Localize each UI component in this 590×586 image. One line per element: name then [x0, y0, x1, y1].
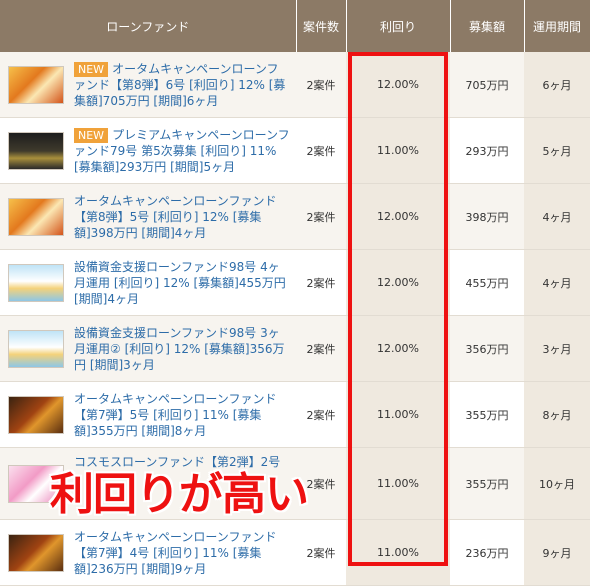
- yield-cell: 12.00%: [346, 249, 451, 316]
- yield-cell: 11.00%: [346, 117, 451, 184]
- autumn-campaign-thumbnail[interactable]: [8, 197, 64, 236]
- premium-campaign-thumbnail[interactable]: [8, 131, 64, 170]
- amount-cell: 236万円: [450, 519, 525, 586]
- fund-cell: 設備資金支援ローンファンド98号 3ヶ月運用② [利回り] 12% [募集額]3…: [70, 315, 297, 382]
- autumn-dark-thumbnail[interactable]: [8, 533, 64, 572]
- fund-link[interactable]: 設備資金支援ローンファンド98号 3ヶ月運用② [利回り] 12% [募集額]3…: [74, 326, 285, 372]
- annotation-overlay-text: 利回りが高い: [50, 469, 309, 520]
- autumn-dark-thumbnail[interactable]: [8, 395, 64, 434]
- table-header-row: ローンファンド 案件数 利回り 募集額 運用期間: [0, 0, 590, 52]
- period-cell: 4ヶ月: [524, 183, 590, 250]
- count-cell: 2案件: [296, 381, 347, 448]
- fund-cell: 設備資金支援ローンファンド98号 4ヶ月運用 [利回り] 12% [募集額]45…: [70, 249, 297, 316]
- fund-link[interactable]: オータムキャンペーンローンファンド【第8弾】5号 [利回り] 12% [募集額]…: [74, 194, 276, 240]
- count-cell: 2案件: [296, 315, 347, 382]
- amount-cell: 705万円: [450, 52, 525, 118]
- amount-cell: 356万円: [450, 315, 525, 382]
- period-cell: 6ヶ月: [524, 52, 590, 118]
- period-cell: 8ヶ月: [524, 381, 590, 448]
- table-row[interactable]: オータムキャンペーンローンファンド【第8弾】5号 [利回り] 12% [募集額]…: [0, 183, 590, 250]
- period-cell: 4ヶ月: [524, 249, 590, 316]
- table-row[interactable]: 設備資金支援ローンファンド98号 4ヶ月運用 [利回り] 12% [募集額]45…: [0, 249, 590, 316]
- header-fund[interactable]: ローンファンド: [0, 0, 297, 52]
- header-amount[interactable]: 募集額: [450, 0, 525, 52]
- header-yield[interactable]: 利回り: [346, 0, 451, 52]
- new-badge: NEW: [74, 127, 109, 143]
- amount-cell: 398万円: [450, 183, 525, 250]
- count-cell: 2案件: [296, 183, 347, 250]
- header-period[interactable]: 運用期間: [524, 0, 590, 52]
- equipment-fund-thumbnail[interactable]: [8, 263, 64, 302]
- new-badge: NEW: [74, 61, 109, 77]
- amount-cell: 455万円: [450, 249, 525, 316]
- yield-cell: 11.00%: [346, 381, 451, 448]
- amount-cell: 293万円: [450, 117, 525, 184]
- table-row[interactable]: NEW プレミアムキャンペーンローンファンド79号 第5次募集 [利回り] 11%…: [0, 117, 590, 184]
- fund-cell: オータムキャンペーンローンファンド【第8弾】5号 [利回り] 12% [募集額]…: [70, 183, 297, 250]
- count-cell: 2案件: [296, 117, 347, 184]
- yield-cell: 11.00%: [346, 447, 451, 520]
- fund-cell: オータムキャンペーンローンファンド【第7弾】5号 [利回り] 11% [募集額]…: [70, 381, 297, 448]
- period-cell: 10ヶ月: [524, 447, 590, 520]
- period-cell: 5ヶ月: [524, 117, 590, 184]
- equipment-fund-thumbnail[interactable]: [8, 329, 64, 368]
- fund-cell: オータムキャンペーンローンファンド【第7弾】4号 [利回り] 11% [募集額]…: [70, 519, 297, 586]
- fund-link[interactable]: オータムキャンペーンローンファンド【第7弾】4号 [利回り] 11% [募集額]…: [74, 530, 276, 576]
- period-cell: 3ヶ月: [524, 315, 590, 382]
- fund-link[interactable]: オータムキャンペーンローンファンド【第7弾】5号 [利回り] 11% [募集額]…: [74, 392, 276, 438]
- count-cell: 2案件: [296, 52, 347, 118]
- table-row[interactable]: 設備資金支援ローンファンド98号 3ヶ月運用② [利回り] 12% [募集額]3…: [0, 315, 590, 382]
- yield-cell: 12.00%: [346, 315, 451, 382]
- autumn-campaign-thumbnail[interactable]: [8, 65, 64, 104]
- count-cell: 2案件: [296, 249, 347, 316]
- yield-cell: 12.00%: [346, 183, 451, 250]
- yield-cell: 11.00%: [346, 519, 451, 586]
- yield-cell: 12.00%: [346, 52, 451, 118]
- header-count[interactable]: 案件数: [296, 0, 347, 52]
- period-cell: 9ヶ月: [524, 519, 590, 586]
- fund-link[interactable]: 設備資金支援ローンファンド98号 4ヶ月運用 [利回り] 12% [募集額]45…: [74, 260, 286, 306]
- amount-cell: 355万円: [450, 381, 525, 448]
- fund-cell: NEW プレミアムキャンペーンローンファンド79号 第5次募集 [利回り] 11%…: [70, 117, 297, 184]
- table-row[interactable]: オータムキャンペーンローンファンド【第7弾】4号 [利回り] 11% [募集額]…: [0, 519, 590, 586]
- fund-cell: NEW オータムキャンペーンローンファンド【第8弾】6号 [利回り] 12% [募…: [70, 52, 297, 118]
- table-row[interactable]: オータムキャンペーンローンファンド【第7弾】5号 [利回り] 11% [募集額]…: [0, 381, 590, 448]
- table-row[interactable]: NEW オータムキャンペーンローンファンド【第8弾】6号 [利回り] 12% [募…: [0, 52, 590, 118]
- count-cell: 2案件: [296, 519, 347, 586]
- amount-cell: 355万円: [450, 447, 525, 520]
